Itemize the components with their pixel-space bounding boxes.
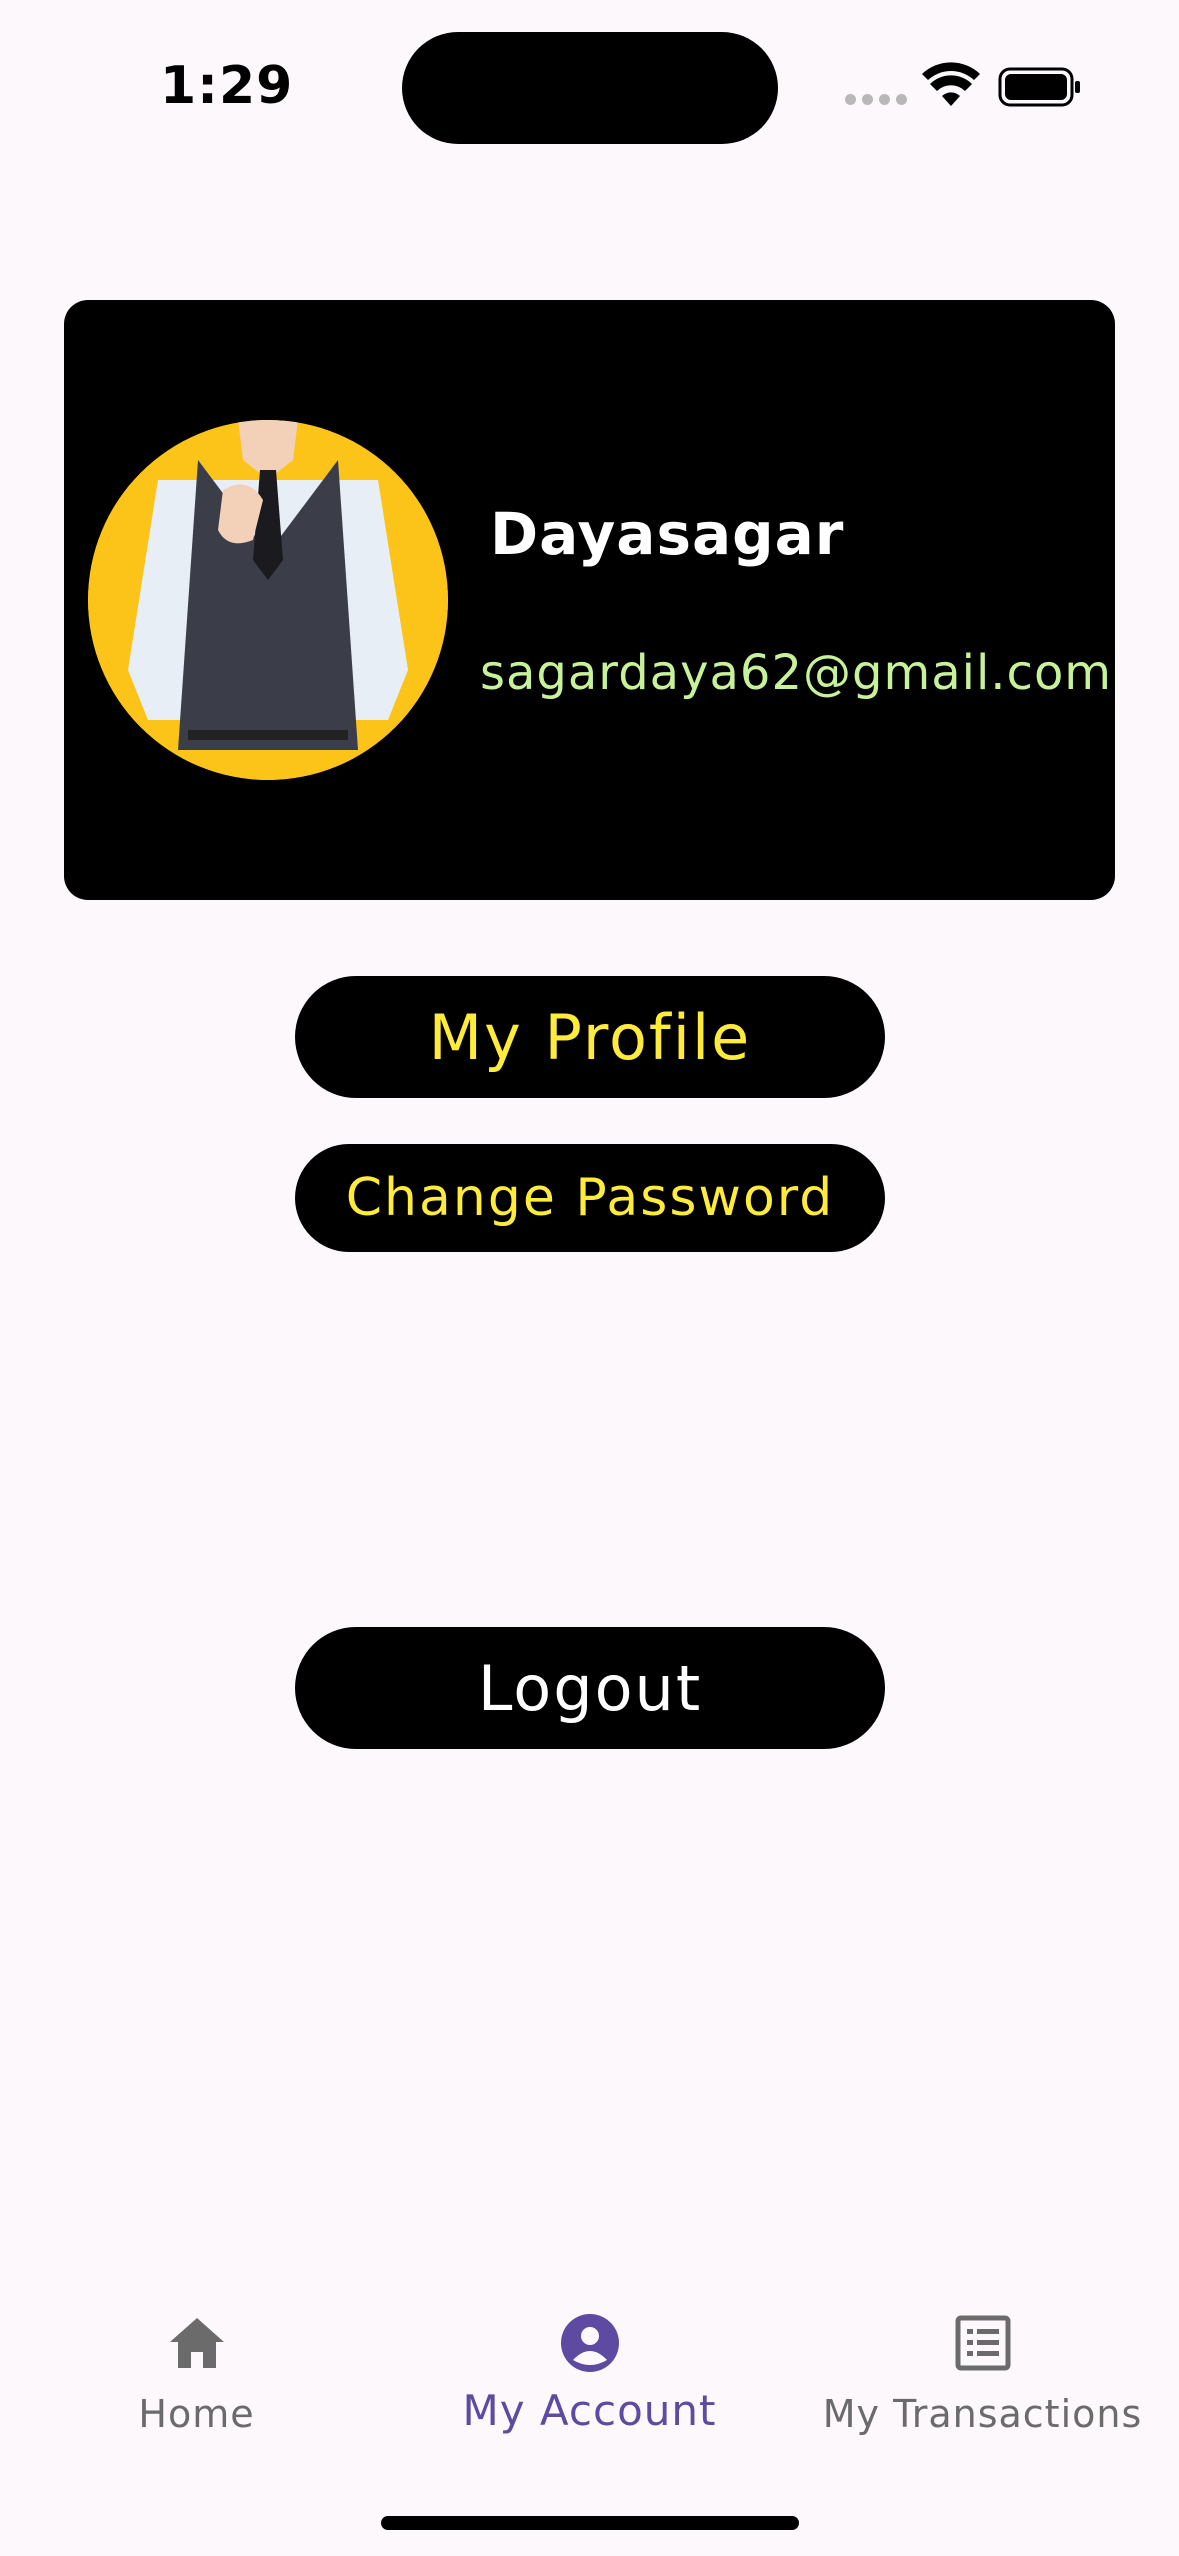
- nav-item-home[interactable]: Home: [0, 2290, 393, 2470]
- nav-label-my-account: My Account: [462, 2386, 717, 2435]
- avatar-illustration: [88, 420, 448, 780]
- cellular-signal-icon: [845, 94, 907, 105]
- nav-label-home: Home: [138, 2392, 255, 2436]
- user-name: Dayasagar: [490, 500, 845, 568]
- account-icon: [560, 2314, 619, 2372]
- logout-button[interactable]: Logout: [295, 1627, 885, 1749]
- battery-icon: [998, 67, 1080, 107]
- avatar[interactable]: [88, 420, 448, 780]
- my-profile-button[interactable]: My Profile: [295, 976, 885, 1098]
- list-icon: [955, 2315, 1010, 2371]
- user-email: sagardaya62@gmail.com: [480, 645, 1113, 701]
- status-time: 1:29: [160, 56, 294, 116]
- change-password-button[interactable]: Change Password: [295, 1144, 885, 1252]
- wifi-icon: [922, 62, 980, 106]
- nav-item-my-account[interactable]: My Account: [393, 2290, 786, 2470]
- bottom-navigation: Home My Account My Transactions: [0, 2290, 1179, 2470]
- nav-item-my-transactions[interactable]: My Transactions: [786, 2290, 1179, 2470]
- nav-label-my-transactions: My Transactions: [822, 2392, 1143, 2436]
- home-icon: [169, 2318, 224, 2368]
- home-indicator[interactable]: [381, 2516, 799, 2530]
- dynamic-island: [402, 32, 778, 144]
